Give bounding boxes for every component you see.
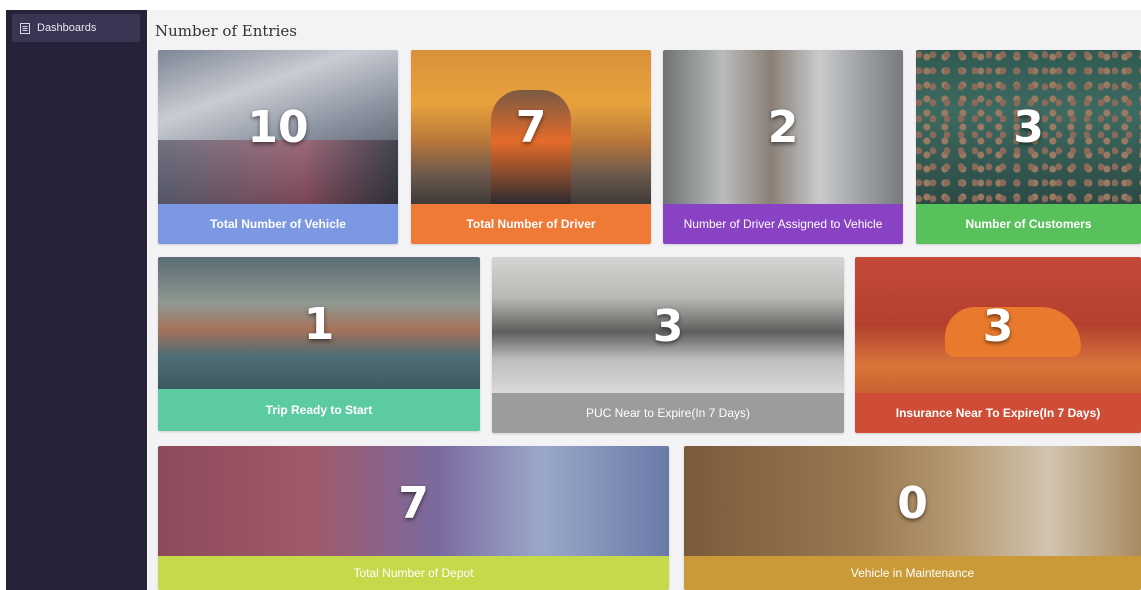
document-list-icon [20, 22, 30, 34]
card-value: 1 [303, 299, 335, 350]
card-label: PUC Near to Expire(In 7 Days) [492, 393, 844, 433]
card-label: Trip Ready to Start [158, 389, 480, 431]
sidebar: Dashboards [6, 10, 147, 590]
card-total-vehicle[interactable]: 10 Total Number of Vehicle [158, 50, 398, 244]
card-label: Total Number of Depot [158, 556, 669, 590]
card-label: Vehicle in Maintenance [684, 556, 1141, 590]
card-total-depot[interactable]: 7 Total Number of Depot [158, 446, 669, 590]
card-value: 10 [247, 102, 309, 153]
sidebar-item-label: Dashboards [37, 22, 97, 34]
card-value: 0 [897, 478, 928, 529]
card-trip-ready[interactable]: 1 Trip Ready to Start [158, 257, 480, 431]
card-label: Total Number of Driver [411, 204, 651, 244]
sidebar-item-dashboards[interactable]: Dashboards [12, 14, 140, 42]
card-label: Total Number of Vehicle [158, 204, 398, 244]
card-value: 2 [767, 102, 799, 153]
card-total-driver[interactable]: 7 Total Number of Driver [411, 50, 651, 244]
card-value: 3 [982, 301, 1014, 352]
card-puc-expire[interactable]: 3 PUC Near to Expire(In 7 Days) [492, 257, 844, 433]
card-value: 7 [515, 102, 547, 153]
card-driver-assigned[interactable]: 2 Number of Driver Assigned to Vehicle [663, 50, 903, 244]
page-title: Number of Entries [155, 22, 297, 40]
card-value: 3 [1013, 102, 1044, 153]
card-value: 7 [398, 478, 429, 529]
card-label: Number of Customers [916, 204, 1141, 244]
card-value: 3 [652, 301, 684, 352]
card-customers[interactable]: 3 Number of Customers [916, 50, 1141, 244]
card-insurance-expire[interactable]: 3 Insurance Near To Expire(In 7 Days) [855, 257, 1141, 433]
main-content: Number of Entries 10 Total Number of Veh… [147, 10, 1141, 590]
card-label: Insurance Near To Expire(In 7 Days) [855, 393, 1141, 433]
card-vehicle-maintenance[interactable]: 0 Vehicle in Maintenance [684, 446, 1141, 590]
card-label: Number of Driver Assigned to Vehicle [663, 204, 903, 244]
